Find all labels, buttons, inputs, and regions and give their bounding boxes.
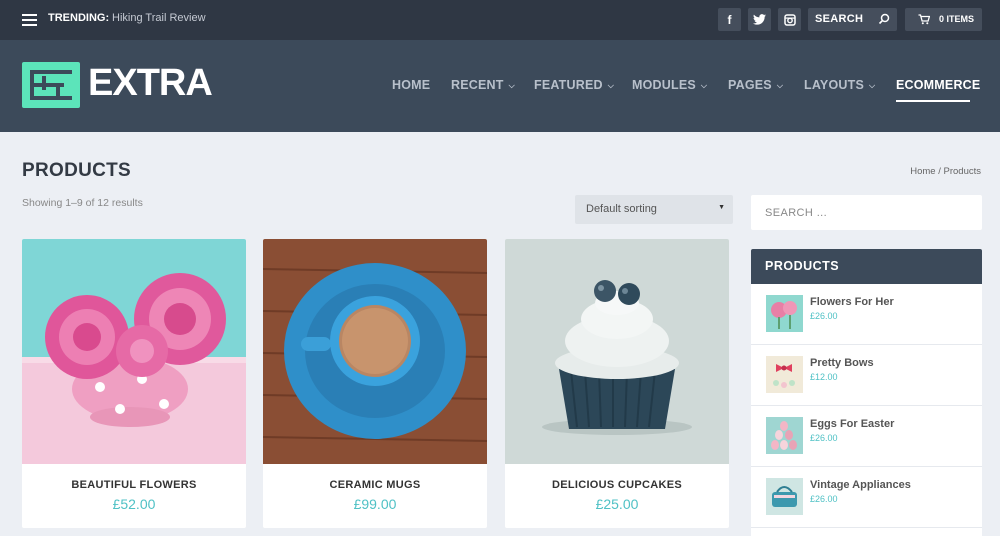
page-title: PRODUCTS [22, 160, 132, 181]
widget-product-item[interactable]: Eggs For Easter £26.00 [751, 406, 982, 467]
top-bar: TRENDING: Hiking Trail Review f SEARCH 0… [0, 0, 1000, 40]
nav-ecommerce-label: ECOMMERCE [896, 78, 981, 92]
widget-product-item[interactable]: Flowers For Her £26.00 [751, 284, 982, 345]
product-image-flowers[interactable] [22, 239, 246, 464]
logo-icon[interactable] [22, 62, 80, 108]
nav-home-label: HOME [392, 78, 431, 92]
widget-product-price: £12.00 [810, 372, 838, 382]
widget-product-item[interactable]: Vintage Appliances £26.00 [751, 467, 982, 528]
widget-product-price: £26.00 [810, 311, 838, 321]
top-search-label: SEARCH [815, 13, 864, 25]
site-header: EXTRA HOME RECENT ⌵ FEATURED ⌵ MODULES ⌵ PA… [0, 40, 1000, 132]
chevron-down-icon: ⌵ [508, 81, 515, 90]
product-name[interactable]: DELICIOUS CUPCAKES [505, 479, 729, 491]
trending-link[interactable]: Hiking Trail Review [112, 12, 206, 24]
instagram-icon[interactable] [778, 8, 801, 31]
nav-modules-label: MODULES [632, 78, 696, 92]
chevron-down-icon: ⌵ [700, 81, 708, 90]
product-card[interactable]: BEAUTIFUL FLOWERS £52.00 [22, 239, 246, 528]
trending-label: TRENDING: [48, 12, 110, 24]
cart-button[interactable]: 0 ITEMS [905, 8, 982, 31]
nav-ecommerce[interactable]: ECOMMERCE [896, 78, 980, 92]
widget-product-price: £26.00 [810, 494, 838, 504]
widget-product-item[interactable]: Pretty Bows £12.00 [751, 345, 982, 406]
widget-product-price: £26.00 [810, 433, 838, 443]
cart-icon [918, 14, 930, 25]
breadcrumb[interactable]: Home / Products [910, 166, 981, 177]
top-search-button[interactable]: SEARCH [808, 8, 897, 31]
product-price: £99.00 [353, 496, 397, 512]
product-card[interactable]: CERAMIC MUGS £99.00 [263, 239, 487, 528]
facebook-icon[interactable]: f [718, 8, 741, 31]
nav-layouts[interactable]: LAYOUTS ⌵ [804, 78, 875, 92]
widget-product-thumb[interactable] [766, 356, 803, 393]
sort-select-value: Default sorting [586, 203, 657, 215]
widget-product-title[interactable]: Eggs For Easter [810, 418, 894, 430]
product-card[interactable]: DELICIOUS CUPCAKES £25.00 [505, 239, 729, 528]
nav-modules[interactable]: MODULES ⌵ [632, 78, 707, 92]
chevron-down-icon: ⌵ [868, 81, 876, 90]
caret-down-icon: ▼ [718, 204, 725, 211]
products-widget: PRODUCTS Flowers For Her £26.00 Pretty B… [751, 249, 982, 536]
logo-text[interactable]: EXTRA [88, 64, 213, 102]
product-image-cupcakes[interactable] [505, 239, 729, 464]
menu-icon[interactable] [22, 14, 37, 26]
product-name[interactable]: CERAMIC MUGS [263, 479, 487, 491]
cart-label: 0 ITEMS [939, 14, 975, 24]
twitter-icon[interactable] [748, 8, 771, 31]
sidebar-search[interactable] [751, 195, 982, 230]
nav-recent[interactable]: RECENT ⌵ [451, 78, 515, 92]
product-price: £25.00 [595, 496, 639, 512]
nav-recent-label: RECENT [451, 78, 504, 92]
product-image-mugs[interactable] [263, 239, 487, 464]
nav-layouts-label: LAYOUTS [804, 78, 864, 92]
nav-active-indicator [896, 100, 970, 102]
nav-pages-label: PAGES [728, 78, 772, 92]
result-count: Showing 1–9 of 12 results [22, 197, 143, 209]
chevron-down-icon: ⌵ [607, 81, 614, 90]
widget-product-thumb[interactable] [766, 417, 803, 454]
nav-featured[interactable]: FEATURED ⌵ [534, 78, 614, 92]
chevron-down-icon: ⌵ [776, 81, 784, 90]
product-price: £52.00 [112, 496, 156, 512]
nav-pages[interactable]: PAGES ⌵ [728, 78, 783, 92]
widget-product-title[interactable]: Pretty Bows [810, 357, 874, 369]
widget-product-title[interactable]: Flowers For Her [810, 296, 894, 308]
sort-select[interactable]: Default sorting ▼ [575, 195, 733, 224]
nav-home[interactable]: HOME [392, 78, 430, 92]
search-icon [878, 13, 890, 25]
sidebar-search-input[interactable] [751, 195, 982, 230]
widget-product-title[interactable]: Vintage Appliances [810, 479, 911, 491]
widget-title: PRODUCTS [751, 249, 982, 284]
widget-product-thumb[interactable] [766, 478, 803, 515]
widget-product-thumb[interactable] [766, 295, 803, 332]
nav-featured-label: FEATURED [534, 78, 603, 92]
product-name[interactable]: BEAUTIFUL FLOWERS [22, 479, 246, 491]
